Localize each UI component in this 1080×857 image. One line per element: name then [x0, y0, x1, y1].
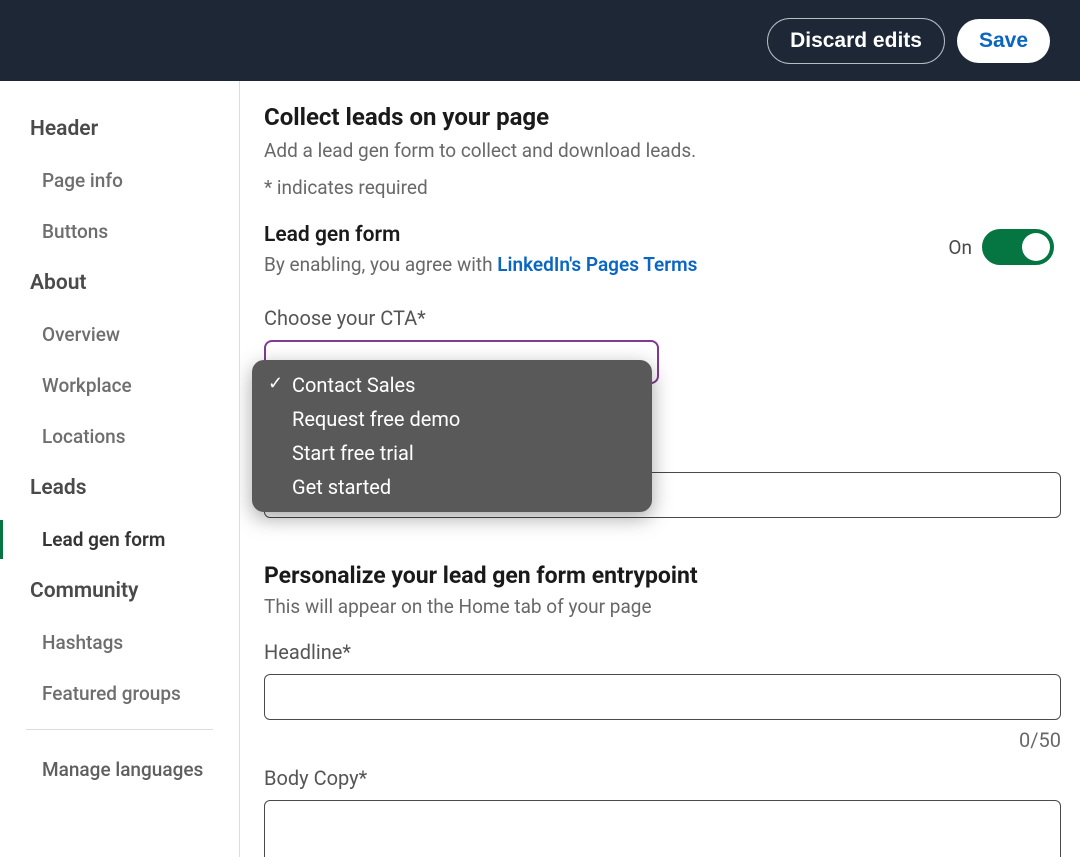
cta-dropdown: Contact Sales Request free demo Start fr…	[252, 360, 652, 512]
sidebar-section-header: Header	[0, 103, 239, 155]
terms-link[interactable]: LinkedIn's Pages Terms	[497, 253, 697, 276]
sidebar-item-overview[interactable]: Overview	[0, 309, 239, 360]
sidebar: Header Page info Buttons About Overview …	[0, 81, 240, 857]
sidebar-item-featured-groups[interactable]: Featured groups	[0, 668, 239, 719]
cta-option-start-free-trial[interactable]: Start free trial	[258, 436, 646, 470]
headline-char-count: 0/50	[1019, 728, 1061, 752]
cta-option-contact-sales[interactable]: Contact Sales	[258, 368, 646, 402]
headline-label: Headline*	[264, 640, 1060, 664]
lead-gen-desc-text: By enabling, you agree with	[264, 253, 497, 276]
discard-button[interactable]: Discard edits	[767, 18, 945, 64]
toggle-knob	[1022, 233, 1050, 261]
main-content: Collect leads on your page Add a lead ge…	[240, 81, 1080, 857]
lead-gen-toggle[interactable]	[982, 229, 1054, 265]
lead-gen-title: Lead gen form	[264, 223, 697, 247]
required-note: * indicates required	[264, 176, 1060, 199]
sidebar-item-workplace[interactable]: Workplace	[0, 360, 239, 411]
sidebar-section-community: Community	[0, 565, 239, 617]
sidebar-item-buttons[interactable]: Buttons	[0, 206, 239, 257]
cta-option-get-started[interactable]: Get started	[258, 470, 646, 504]
sidebar-section-leads: Leads	[0, 462, 239, 514]
body-copy-input[interactable]	[264, 800, 1061, 857]
toggle-label: On	[948, 236, 972, 259]
cta-label: Choose your CTA*	[264, 306, 1060, 330]
page-subtitle: Add a lead gen form to collect and downl…	[264, 139, 1060, 162]
sidebar-item-locations[interactable]: Locations	[0, 411, 239, 462]
headline-input[interactable]	[264, 674, 1061, 720]
sidebar-item-hashtags[interactable]: Hashtags	[0, 617, 239, 668]
cta-option-request-free-demo[interactable]: Request free demo	[258, 402, 646, 436]
save-button[interactable]: Save	[957, 19, 1050, 63]
lead-gen-desc: By enabling, you agree with LinkedIn's P…	[264, 253, 697, 276]
sidebar-manage-languages[interactable]: Manage languages	[0, 740, 239, 799]
sidebar-section-about: About	[0, 257, 239, 309]
personalize-subtitle: This will appear on the Home tab of your…	[264, 595, 1060, 618]
body-copy-label: Body Copy*	[264, 766, 1060, 790]
page-title: Collect leads on your page	[264, 103, 1060, 131]
sidebar-item-page-info[interactable]: Page info	[0, 155, 239, 206]
personalize-title: Personalize your lead gen form entrypoin…	[264, 562, 1060, 589]
sidebar-divider	[26, 729, 213, 730]
sidebar-item-lead-gen-form[interactable]: Lead gen form	[0, 514, 239, 565]
topbar: Discard edits Save	[0, 0, 1080, 81]
